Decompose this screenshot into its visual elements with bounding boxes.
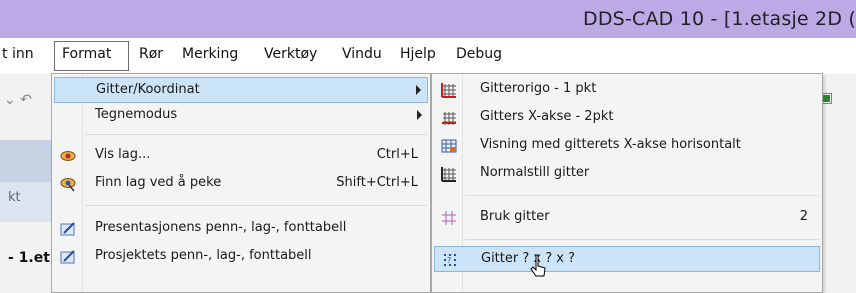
window-title: DDS-CAD 10 - [1.etasje 2D ( [583, 8, 856, 30]
grid-use-icon [442, 211, 456, 225]
menu-separator [465, 239, 819, 240]
menu-insert[interactable]: t inn [2, 46, 34, 62]
toolbar-partial-icons: ⌄ ↶ [4, 92, 32, 108]
grid-view-icon [441, 139, 457, 153]
menu-item-shortcut: Shift+Ctrl+L [336, 175, 418, 190]
menu-item-prosjekt-tabell[interactable]: Prosjektets penn-, lag-, fonttabell [54, 244, 428, 270]
grid-axis-icon [442, 112, 456, 125]
eye-pointer-icon [60, 178, 76, 192]
submenu-arrow-icon [417, 110, 422, 120]
submenu-item-bruk-gitter[interactable]: Bruk gitter 2 [434, 205, 820, 231]
submenu-item-gitters-x-akse[interactable]: Gitters X-akse - 2pkt [434, 105, 820, 131]
pen-table-icon [60, 222, 75, 236]
menu-item-finn-lag[interactable]: Finn lag ved å peke Shift+Ctrl+L [54, 171, 428, 197]
grid-size-icon: ? [444, 254, 456, 266]
menu-item-label: Gitters X-akse - 2pkt [480, 109, 614, 124]
mouse-pointer-icon [530, 254, 546, 277]
tree-label: kt [8, 190, 21, 205]
pen-table-icon [60, 250, 75, 264]
eye-icon [60, 151, 76, 161]
grid-origin-icon [441, 83, 456, 98]
submenu-item-visning-gitter[interactable]: Visning med gitterets X-akse horisontalt [434, 133, 820, 159]
format-menu: Gitter/Koordinat Tegnemodus Vis lag... C… [51, 73, 431, 293]
menu-debug[interactable]: Debug [456, 46, 502, 62]
menu-separator [465, 195, 819, 196]
submenu-arrow-icon [416, 85, 421, 95]
tree-header [0, 140, 51, 182]
menu-item-label: Tegnemodus [95, 107, 178, 122]
submenu-item-gitter-storrelse[interactable]: ? Gitter ? x ? x ? [434, 246, 820, 272]
menu-item-label: Normalstill gitter [480, 165, 590, 180]
menu-item-label: Prosjektets penn-, lag-, fonttabell [95, 248, 312, 263]
grid-coordinate-submenu: Gitterorigo - 1 pkt Gitters X-akse - 2pk… [431, 73, 823, 293]
grid-normal-icon [441, 167, 456, 182]
menu-hjelp[interactable]: Hjelp [400, 46, 436, 62]
submenu-item-gitterorigo[interactable]: Gitterorigo - 1 pkt [434, 77, 820, 103]
menu-separator [85, 205, 427, 206]
menu-item-shortcut: Ctrl+L [376, 147, 418, 162]
menu-item-vis-lag[interactable]: Vis lag... Ctrl+L [54, 143, 428, 169]
title-bar: DDS-CAD 10 - [1.etasje 2D ( [0, 0, 856, 38]
menu-item-label: Presentasjonens penn-, lag-, fonttabell [95, 220, 347, 235]
menu-item-label: Vis lag... [95, 147, 151, 162]
submenu-item-normalstill[interactable]: Normalstill gitter [434, 161, 820, 187]
menu-item-label: Visning med gitterets X-akse horisontalt [480, 137, 741, 152]
menu-ror[interactable]: Rør [139, 46, 163, 62]
menu-item-shortcut: 2 [799, 209, 808, 224]
menu-vindu[interactable]: Vindu [342, 46, 382, 62]
menu-verktoy[interactable]: Verktøy [264, 46, 317, 62]
menu-separator [85, 134, 427, 135]
menu-item-label: Gitter/Koordinat [96, 82, 200, 97]
menu-item-gitter-koordinat[interactable]: Gitter/Koordinat [54, 77, 428, 103]
menu-item-tegnemodus[interactable]: Tegnemodus [54, 103, 428, 129]
svg-text:?: ? [447, 256, 451, 265]
menu-bar: t inn Format Rør Merking Verktøy Vindu H… [0, 38, 856, 75]
menu-item-label: Bruk gitter [480, 209, 550, 224]
menu-item-presentasjon-tabell[interactable]: Presentasjonens penn-, lag-, fonttabell [54, 216, 428, 242]
menu-item-label: Finn lag ved å peke [95, 175, 222, 190]
menu-item-label: Gitter ? x ? x ? [481, 251, 575, 266]
menu-item-label: Gitterorigo - 1 pkt [480, 81, 597, 96]
menu-merking[interactable]: Merking [182, 46, 238, 62]
menu-format[interactable]: Format [62, 46, 111, 62]
tree-floor-label[interactable]: - 1.et [8, 250, 50, 266]
